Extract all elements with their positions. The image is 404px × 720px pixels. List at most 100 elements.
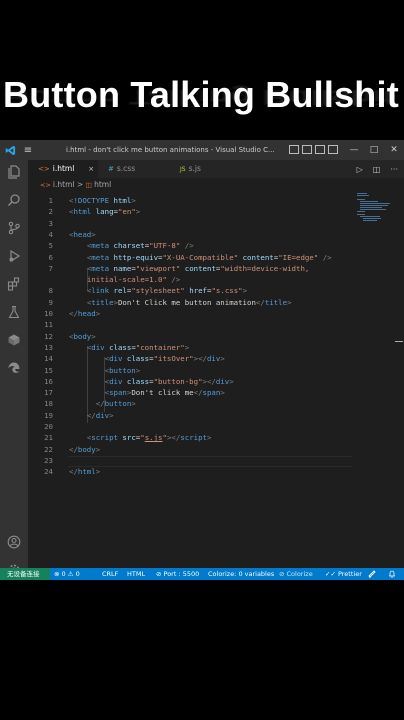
close-window-button[interactable]: ✕ bbox=[384, 140, 404, 160]
line-number: 7 bbox=[48, 263, 53, 273]
code-text: <meta name="viewport" content="width=dev… bbox=[86, 263, 310, 273]
line-number: 6 bbox=[48, 252, 53, 262]
tab-i-html[interactable]: <> i.html × bbox=[28, 160, 98, 178]
tab-label: i.html bbox=[52, 164, 75, 173]
line-number: 8 bbox=[48, 286, 53, 296]
line-number: 4 bbox=[48, 229, 53, 239]
tab-s-css[interactable]: # s.css bbox=[108, 160, 178, 178]
code-text: <script src="s.js"></script> bbox=[86, 433, 212, 443]
editor-tabs: <> i.html × # s.css JS s.js ▷ ◫ ··· bbox=[28, 160, 404, 178]
testing-icon[interactable] bbox=[4, 302, 24, 322]
run-debug-icon[interactable] bbox=[4, 246, 24, 266]
code-text: </body> bbox=[69, 444, 101, 454]
code-text: </button> bbox=[95, 399, 136, 409]
current-line-highlight bbox=[68, 456, 352, 467]
run-file-icon[interactable]: ▷ bbox=[357, 165, 363, 174]
title-bar: ≡ i.html - don't click me button animati… bbox=[0, 140, 404, 160]
code-text: <meta http-equiv="X-UA-Compatible" conte… bbox=[86, 252, 332, 262]
code-text: <html lang="en"> bbox=[69, 207, 141, 217]
bell-icon[interactable] bbox=[388, 568, 396, 580]
toggle-panel-icon[interactable] bbox=[302, 145, 312, 154]
code-text: initial-scale=1.0" /> bbox=[86, 275, 181, 285]
line-number: 5 bbox=[48, 241, 53, 251]
edge-devtools-icon[interactable] bbox=[4, 358, 24, 378]
code-text: <div class="itsOver"></div> bbox=[104, 354, 225, 364]
line-number: 10 bbox=[44, 309, 53, 318]
search-icon[interactable] bbox=[4, 190, 24, 210]
line-number: 17 bbox=[44, 388, 53, 398]
toggle-secondary-sidebar-icon[interactable] bbox=[315, 145, 325, 154]
line-number: 24 bbox=[44, 467, 53, 477]
editor-actions: ▷ ◫ ··· bbox=[357, 160, 398, 178]
code-text: <link rel="stylesheet" href="s.css"> bbox=[86, 286, 248, 296]
tab-s-js[interactable]: JS s.js bbox=[180, 160, 250, 178]
code-text: <body> bbox=[69, 331, 96, 341]
line-number: 13 bbox=[44, 342, 53, 352]
vscode-logo-icon bbox=[0, 140, 20, 160]
vertical-scrollbar[interactable] bbox=[394, 192, 404, 568]
line-number: 21 bbox=[44, 433, 53, 443]
feedback-icon[interactable] bbox=[368, 568, 376, 580]
activity-bar bbox=[0, 160, 28, 576]
html-file-icon: <> bbox=[38, 165, 50, 173]
line-number: 20 bbox=[44, 422, 53, 431]
line-number: 22 bbox=[44, 444, 53, 454]
breadcrumb-node[interactable]: html bbox=[94, 180, 111, 189]
code-text: <span>Don't click me</span> bbox=[104, 388, 225, 398]
hamburger-icon[interactable]: ≡ bbox=[20, 140, 36, 160]
tab-label: s.css bbox=[116, 164, 136, 173]
files-icon[interactable] bbox=[4, 162, 24, 182]
line-number: 9 bbox=[48, 297, 53, 307]
tab-label: s.js bbox=[188, 164, 201, 173]
remote-explorer-icon[interactable] bbox=[4, 330, 24, 350]
account-icon[interactable] bbox=[4, 532, 24, 552]
code-text: </html> bbox=[69, 467, 101, 477]
extensions-icon[interactable] bbox=[4, 274, 24, 294]
code-text: <title>Don't Click me button animation</… bbox=[86, 297, 292, 307]
breadcrumb-file[interactable]: i.html bbox=[53, 180, 75, 189]
remote-indicator[interactable]: 无设备连接 bbox=[0, 568, 50, 580]
eol-indicator[interactable]: CRLF bbox=[102, 568, 118, 580]
scroll-position-marker bbox=[395, 341, 403, 342]
video-caption: Button Talking Bullshit Button Talking B… bbox=[0, 70, 404, 130]
close-tab-icon[interactable]: × bbox=[88, 165, 94, 173]
code-text: <head> bbox=[69, 229, 96, 239]
line-number: 16 bbox=[44, 376, 53, 386]
code-text: </div> bbox=[86, 410, 114, 420]
language-mode[interactable]: HTML bbox=[127, 568, 145, 580]
js-file-icon: JS bbox=[180, 166, 186, 173]
line-number: 15 bbox=[44, 365, 53, 375]
live-server-port[interactable]: ⊘ Port : 5500 bbox=[156, 568, 199, 580]
breadcrumb-separator: > bbox=[76, 180, 84, 189]
prettier-status[interactable]: ✓✓ Prettier bbox=[325, 568, 362, 580]
code-text: <meta charset="UTF-8" /> bbox=[86, 241, 194, 251]
problems-indicator[interactable]: ⊗ 0 ⚠ 0 bbox=[54, 568, 80, 580]
caption-reflection: Button Talking Bullshit bbox=[3, 85, 395, 110]
code-text: <div class="container"> bbox=[86, 342, 190, 352]
minimap[interactable] bbox=[357, 192, 393, 224]
element-icon: ◫ bbox=[85, 181, 92, 189]
code-editor[interactable]: 1 <!DOCTYPE html> 2 <html lang="en"> 3 4 <head… bbox=[28, 192, 404, 568]
line-number: 11 bbox=[44, 320, 53, 330]
code-text: <div class="button-bg"></div> bbox=[104, 376, 234, 386]
colorize-variables[interactable]: Colorize: 0 variables bbox=[208, 568, 274, 580]
line-number: 23 bbox=[44, 455, 53, 465]
source-control-icon[interactable] bbox=[4, 218, 24, 238]
status-bar: 无设备连接 ⊗ 0 ⚠ 0 CRLF HTML ⊘ Port : 5500 Co… bbox=[0, 568, 404, 580]
line-number: 14 bbox=[44, 354, 53, 364]
line-number: 19 bbox=[44, 410, 53, 420]
line-number: 1 bbox=[48, 196, 53, 205]
code-text: <!DOCTYPE html> bbox=[69, 196, 136, 205]
maximize-button[interactable]: □ bbox=[364, 140, 384, 160]
window-title: i.html - don't click me button animation… bbox=[66, 146, 275, 154]
html-file-icon: <> bbox=[40, 181, 51, 189]
colorize-toggle[interactable]: ⊘ Colorize bbox=[279, 568, 313, 580]
layout-controls bbox=[289, 145, 338, 154]
minimize-button[interactable]: — bbox=[344, 140, 364, 160]
more-actions-icon[interactable]: ··· bbox=[390, 165, 398, 174]
toggle-sidebar-icon[interactable] bbox=[289, 145, 299, 154]
customize-layout-icon[interactable] bbox=[328, 145, 338, 154]
split-editor-icon[interactable]: ◫ bbox=[373, 165, 381, 174]
vscode-window: ≡ i.html - don't click me button animati… bbox=[0, 140, 404, 580]
remote-status: 无设备连接 bbox=[7, 570, 40, 578]
